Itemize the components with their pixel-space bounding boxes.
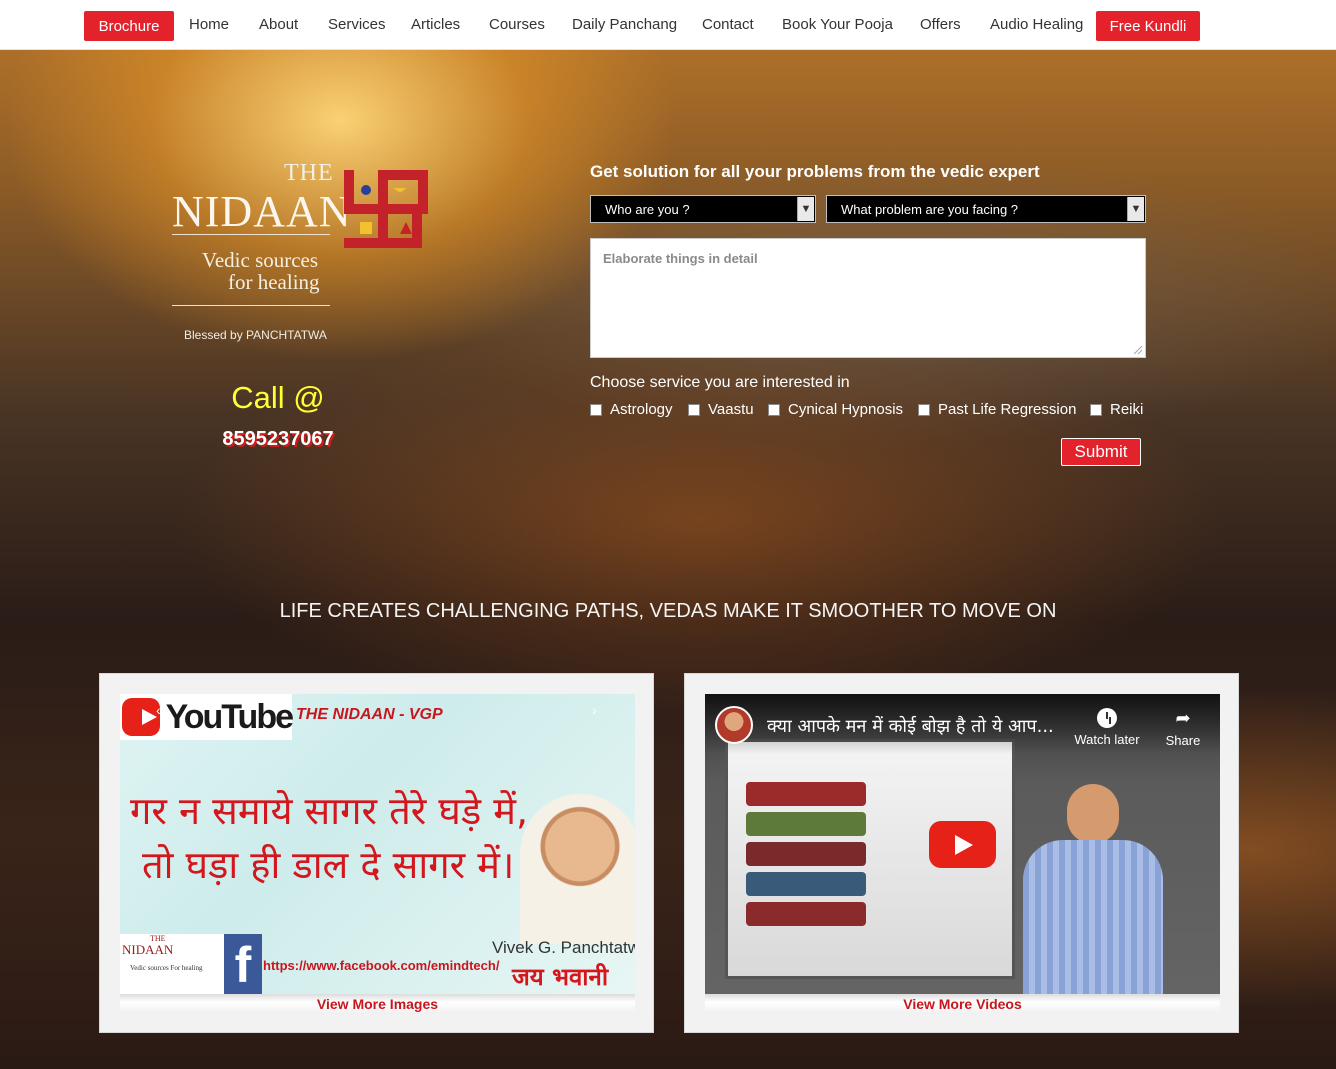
logo-name-text: NIDAAN [172,187,352,236]
presenter-photo [520,794,635,944]
video-card: क्या आपके मन में कोई बोझ है तो ये आप... … [684,673,1239,1033]
channel-avatar[interactable] [715,706,753,744]
channel-name: THE NIDAAN - VGP [296,706,443,723]
free-kundli-button[interactable]: Free Kundli [1096,11,1200,41]
nav-link-home[interactable]: Home [189,16,229,33]
resize-handle-icon[interactable] [1134,346,1142,354]
youtube-wordmark: YouTube [165,697,294,736]
watch-later-label: Watch later [1074,732,1140,747]
site-logo[interactable]: THE NIDAAN Vedic sources for healing Ble… [168,158,438,348]
slider-next-arrow-icon[interactable]: › [592,702,597,718]
chevron-down-icon: ▼ [797,197,814,221]
video-title[interactable]: क्या आपके मन में कोई बोझ है तो ये आप... [767,714,1054,738]
service-label: Past Life Regression [938,401,1077,418]
image-slider[interactable]: YouTube THE NIDAAN - VGP ‹ › गर न समाये … [120,694,635,994]
watch-later-button[interactable]: Watch later [1067,708,1147,747]
nav-link-about[interactable]: About [259,16,298,33]
service-label: Astrology [610,401,673,418]
presenter-figure [1023,784,1163,994]
presenter-name: Vivek G. Panchtatwa [492,938,635,957]
astrology-checkbox[interactable] [590,403,602,416]
past-life-regression-checkbox[interactable] [918,403,930,416]
slider-prev-arrow-icon[interactable]: ‹ [156,702,161,718]
youtube-play-icon [122,698,160,736]
facebook-url: https://www.facebook.com/emindtech/ [263,958,500,973]
play-video-icon[interactable] [929,821,996,868]
service-option-astrology[interactable]: Astrology [590,401,673,418]
chevron-down-icon: ▼ [1127,197,1144,221]
jai-bhavani-text: जय भवानी [512,963,609,991]
service-option-vaastu[interactable]: Vaastu [688,401,754,418]
clock-icon [1097,708,1117,728]
logo-tagline-line2: for healing [228,270,320,294]
top-navbar: Brochure Home About Services Articles Co… [0,0,1336,50]
nav-link-courses[interactable]: Courses [489,16,545,33]
call-phone-number[interactable]: 8595237067 [0,428,556,451]
presenter-head [1067,784,1119,844]
nav-link-articles[interactable]: Articles [411,16,460,33]
quote-line-2: तो घड़ा ही डाल दे सागर में। [142,843,515,887]
nav-link-daily-panchang[interactable]: Daily Panchang [572,16,677,33]
logo-blessed-text: Blessed by PANCHTATWA [184,328,327,342]
service-heading: Choose service you are interested in [590,374,850,391]
service-label: Vaastu [708,401,754,418]
mini-logo-name: NIDAAN [122,942,174,957]
image-gallery-card: YouTube THE NIDAAN - VGP ‹ › गर न समाये … [99,673,654,1033]
cynical-hypnosis-checkbox[interactable] [768,403,780,416]
nav-link-audio-healing[interactable]: Audio Healing [990,16,1083,33]
hero-tagline: LIFE CREATES CHALLENGING PATHS, VEDAS MA… [279,600,1057,622]
facebook-icon: f [224,934,262,994]
logo-the-text: THE [284,160,334,186]
logo-divider-top [172,234,330,235]
share-label: Share [1165,733,1201,748]
nav-link-services[interactable]: Services [328,16,386,33]
swastika-logo-icon [344,170,428,248]
problem-select-value: What problem are you facing ? [841,201,1019,217]
call-label: Call @ [231,380,325,415]
book-shape [746,782,866,806]
who-are-you-select[interactable]: Who are you ? ▼ [590,195,816,223]
mini-logo-tag: Vedic sources For healing [130,964,203,972]
service-option-past-life-regression[interactable]: Past Life Regression [918,401,1076,418]
video-player[interactable]: क्या आपके मन में कोई बोझ है तो ये आप... … [705,694,1220,994]
presenter-body [1023,840,1163,994]
nav-link-contact[interactable]: Contact [702,16,754,33]
service-option-reiki[interactable]: Reiki [1090,401,1143,418]
book-shape [746,902,866,926]
detail-textarea[interactable]: Elaborate things in detail [590,238,1146,358]
submit-button[interactable]: Submit [1061,438,1141,466]
view-more-videos-link[interactable]: View More Videos [705,994,1220,1014]
logo-divider-bottom [172,305,330,306]
who-are-you-value: Who are you ? [605,201,690,217]
brochure-button[interactable]: Brochure [84,11,174,41]
quote-line-1: गर न समाये सागर तेरे घड़े में, [130,789,529,833]
book-shape [746,842,866,866]
youtube-logo: YouTube [120,694,294,740]
nav-link-book-your-pooja[interactable]: Book Your Pooja [782,16,893,33]
reiki-checkbox[interactable] [1090,403,1102,416]
book-shape [746,812,866,836]
mini-nidaan-logo: THE NIDAAN Vedic sources For healing [120,934,224,994]
view-more-images-link[interactable]: View More Images [120,994,635,1014]
problem-select[interactable]: What problem are you facing ? ▼ [826,195,1146,223]
detail-placeholder: Elaborate things in detail [603,251,758,266]
share-arrow-icon: ➦ [1175,708,1191,728]
service-option-cynical-hypnosis[interactable]: Cynical Hypnosis [768,401,903,418]
service-label: Cynical Hypnosis [788,401,904,418]
form-title: Get solution for all your problems from … [590,162,1040,181]
nav-link-offers[interactable]: Offers [920,16,961,33]
service-label: Reiki [1110,401,1144,418]
vaastu-checkbox[interactable] [688,403,700,416]
book-shape [746,872,866,896]
share-button[interactable]: ➦ Share [1153,708,1213,748]
